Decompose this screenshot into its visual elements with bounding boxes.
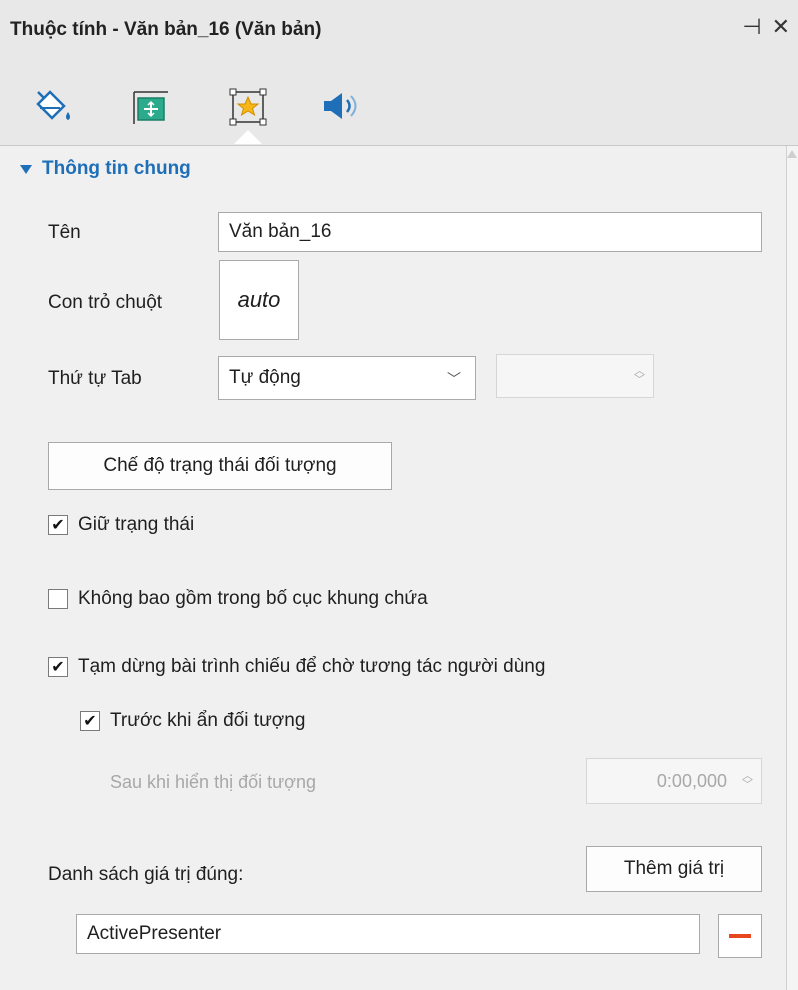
tab-order-value: Tự động bbox=[229, 367, 301, 388]
keep-state-checkbox-row[interactable]: Giữ trạng thái bbox=[48, 514, 194, 536]
section-title: Thông tin chung bbox=[42, 158, 191, 179]
before-hide-checkbox-row[interactable]: Trước khi ẩn đối tượng bbox=[80, 710, 305, 732]
collapse-triangle-icon[interactable] bbox=[20, 164, 32, 174]
pause-slideshow-label: Tạm dừng bài trình chiếu để chờ tương tá… bbox=[78, 656, 546, 677]
correct-values-label: Danh sách giá trị đúng: bbox=[48, 864, 244, 885]
title-controls: ⊣ ✕ bbox=[742, 14, 790, 40]
spinner-arrows-icon: ︿ ﹀ bbox=[634, 365, 645, 386]
name-input[interactable]: Văn bản_16 bbox=[218, 212, 762, 252]
vertical-scrollbar[interactable] bbox=[786, 146, 798, 990]
interaction-star-icon[interactable] bbox=[226, 84, 270, 128]
before-hide-label: Trước khi ẩn đối tượng bbox=[110, 710, 306, 731]
panel-title: Thuộc tính - Văn bản_16 (Văn bản) bbox=[10, 19, 322, 40]
cursor-label: Con trỏ chuột bbox=[48, 292, 163, 313]
fill-bucket-icon[interactable] bbox=[32, 84, 76, 128]
chevron-down-icon: ﹀ bbox=[447, 371, 461, 387]
object-state-mode-button[interactable]: Chế độ trạng thái đối tượng bbox=[48, 442, 392, 490]
active-tab-indicator bbox=[234, 130, 262, 144]
after-show-time-spinner: 0:00,000 ︿ ﹀ bbox=[586, 758, 762, 804]
exclude-layout-label: Không bao gồm trong bố cục khung chứa bbox=[78, 588, 428, 609]
section-general-info[interactable]: Thông tin chung bbox=[20, 158, 191, 180]
after-show-label: Sau khi hiển thị đối tượng bbox=[110, 772, 316, 792]
close-icon[interactable]: ✕ bbox=[772, 14, 790, 40]
keep-state-label: Giữ trạng thái bbox=[78, 514, 195, 535]
correct-value-input[interactable]: ActivePresenter bbox=[76, 914, 700, 954]
after-show-time-value: 0:00,000 bbox=[656, 770, 727, 791]
keep-state-checkbox[interactable] bbox=[48, 515, 68, 535]
remove-value-button[interactable] bbox=[718, 914, 762, 958]
minus-icon bbox=[729, 934, 751, 938]
pause-slideshow-checkbox[interactable] bbox=[48, 657, 68, 677]
before-hide-checkbox[interactable] bbox=[80, 711, 100, 731]
tab-order-index-spinner: ︿ ﹀ bbox=[496, 354, 654, 398]
name-label: Tên bbox=[48, 222, 81, 243]
properties-toolbar bbox=[0, 58, 798, 146]
audio-speaker-icon[interactable] bbox=[318, 84, 362, 128]
tab-order-select[interactable]: Tự động ﹀ bbox=[218, 356, 476, 400]
panel-titlebar: Thuộc tính - Văn bản_16 (Văn bản) ⊣ ✕ bbox=[0, 0, 798, 58]
add-value-button[interactable]: Thêm giá trị bbox=[586, 846, 762, 892]
size-position-icon[interactable] bbox=[128, 84, 172, 128]
pin-icon[interactable]: ⊣ bbox=[742, 14, 761, 40]
scroll-up-arrow-icon[interactable] bbox=[787, 150, 797, 158]
tab-order-label: Thứ tự Tab bbox=[48, 368, 142, 389]
exclude-layout-checkbox[interactable] bbox=[48, 589, 68, 609]
exclude-layout-checkbox-row[interactable]: Không bao gồm trong bố cục khung chứa bbox=[48, 588, 428, 610]
cursor-picker[interactable]: auto bbox=[219, 260, 299, 340]
spinner-arrows-icon: ︿ ﹀ bbox=[742, 770, 753, 791]
pause-slideshow-checkbox-row[interactable]: Tạm dừng bài trình chiếu để chờ tương tá… bbox=[48, 656, 545, 678]
